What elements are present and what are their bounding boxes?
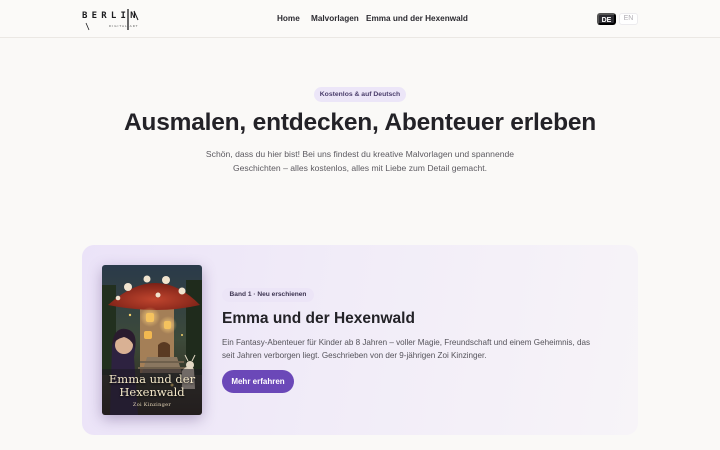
book-title: Emma und der Hexenwald (222, 310, 415, 327)
nav-malvorlagen[interactable]: Malvorlagen (311, 13, 359, 24)
nav-home[interactable]: Home (277, 13, 300, 24)
cover-title: Emma und der Hexenwald (108, 372, 196, 399)
cover-author: Zoi Kinzinger (132, 402, 172, 408)
book-cover-image[interactable]: Emma und der Hexenwald Zoi Kinzinger (102, 265, 202, 415)
volume-badge: Band 1 · Neu erschienen (222, 288, 314, 302)
nav-emma-und-der-hexenwald[interactable]: Emma und der Hexenwald (366, 13, 468, 24)
pen-mark-icon (85, 9, 139, 31)
berlin-digital-art-logo[interactable]: BERLIN DIGITAL ART (82, 9, 142, 31)
language-de-button[interactable]: DE (597, 13, 616, 25)
site-header: BERLIN DIGITAL ART Home Malvorlagen Emma… (0, 0, 720, 38)
hero-title: Ausmalen, entdecken, Abenteuer erleben (123, 109, 597, 136)
language-en-button[interactable]: EN (619, 13, 638, 25)
free-german-badge: Kostenlos & auf Deutsch (314, 87, 406, 102)
hero-subtitle: Schön, dass du hier bist! Bei uns findes… (205, 149, 515, 173)
book-description: Ein Fantasy-Abenteuer für Kinder ab 8 Ja… (222, 338, 591, 360)
learn-more-button[interactable]: Mehr erfahren (222, 370, 294, 393)
